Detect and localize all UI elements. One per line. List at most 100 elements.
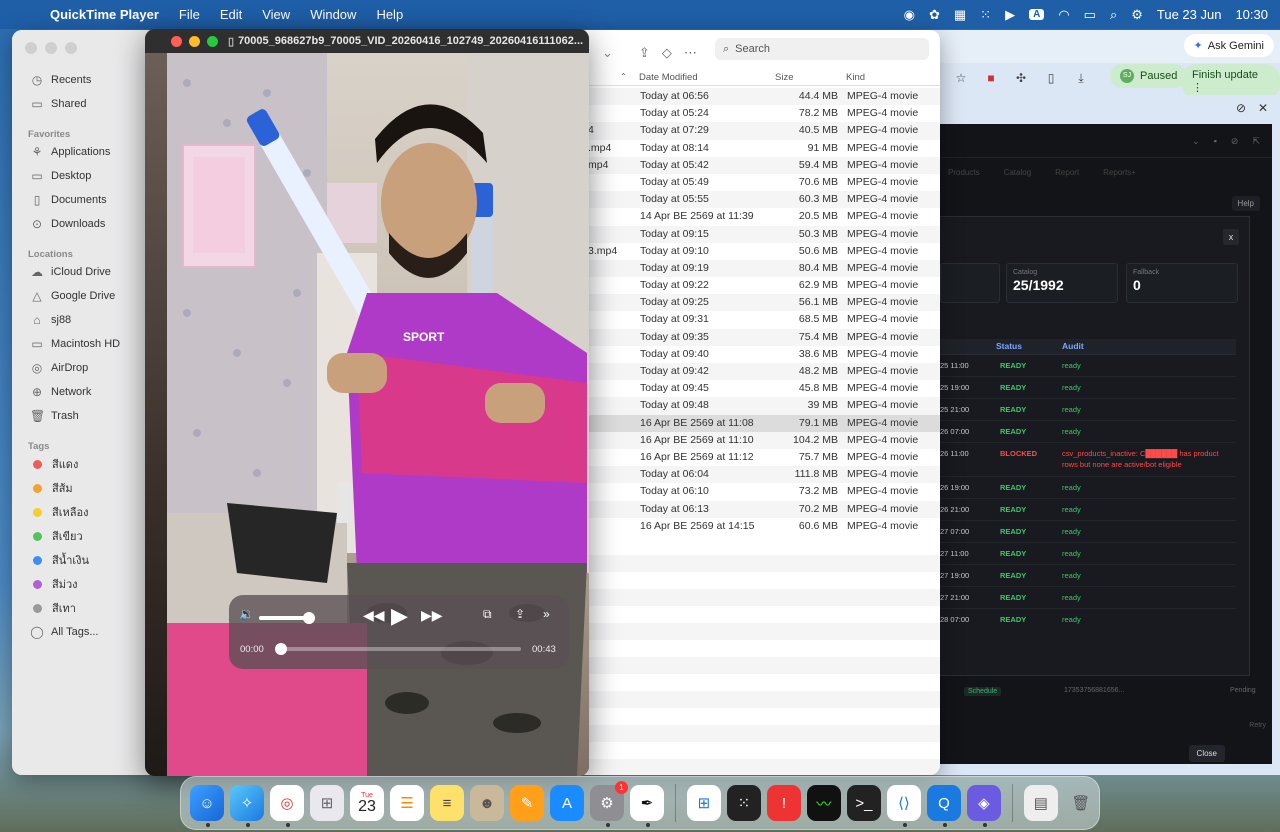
- finder-icon[interactable]: ☺: [190, 785, 224, 827]
- extension-red-icon[interactable]: ■: [976, 71, 1006, 85]
- file-row[interactable]: Today at 09:48 39 MB MPEG-4 movie: [588, 397, 940, 415]
- play-circle-icon[interactable]: ▶: [1005, 7, 1015, 23]
- zoom-window-icon[interactable]: [207, 35, 218, 47]
- menu-edit[interactable]: Edit: [210, 7, 252, 22]
- sidebar-item-shared[interactable]: ▭ Shared: [30, 93, 86, 115]
- windows-app-icon[interactable]: ⊞: [686, 785, 721, 821]
- system-settings-icon[interactable]: ⚙ 1: [590, 781, 628, 827]
- file-row[interactable]: 4 Today at 07:29 40.5 MB MPEG-4 movie: [588, 122, 940, 140]
- sidebar-item-airdrop[interactable]: ◎ AirDrop: [30, 357, 89, 379]
- file-row[interactable]: Today at 06:56 44.4 MB MPEG-4 movie: [588, 88, 940, 106]
- sidebar-tag-item[interactable]: สีเหลือง: [30, 501, 88, 523]
- sidebar-item-downloads[interactable]: ⊙ Downloads: [30, 213, 105, 235]
- sidebar-item-applications[interactable]: ⚘ Applications: [30, 141, 111, 163]
- play-icon[interactable]: ▶: [391, 603, 408, 629]
- nav-products[interactable]: Products: [948, 168, 980, 186]
- safari-icon[interactable]: ✧: [230, 785, 264, 827]
- menu-window[interactable]: Window: [300, 7, 366, 22]
- sidebar-item-recents[interactable]: ◷ Recents: [30, 69, 92, 91]
- spotlight-icon[interactable]: ⌕: [1110, 7, 1117, 23]
- calendar-icon[interactable]: Tue 23: [350, 785, 384, 821]
- windows-grid-icon[interactable]: ▦: [954, 7, 966, 23]
- more-icon[interactable]: ⋯: [684, 45, 697, 61]
- sidebar-item-documents[interactable]: ▯ Documents: [30, 189, 107, 211]
- file-row[interactable]: Today at 09:42 48.2 MB MPEG-4 movie: [588, 363, 940, 381]
- gear-icon[interactable]: ▪: [1214, 136, 1217, 146]
- close-button[interactable]: Close: [1188, 745, 1225, 762]
- dots-app-icon[interactable]: ⁙: [726, 785, 761, 821]
- file-row[interactable]: Today at 05:55 60.3 MB MPEG-4 movie: [588, 191, 940, 209]
- more-chevrons-icon[interactable]: »: [543, 607, 550, 621]
- activity-monitor-icon[interactable]: 〰: [806, 785, 841, 821]
- sidebar-item-network[interactable]: ⊕ Network: [30, 381, 91, 403]
- menu-view[interactable]: View: [252, 7, 300, 22]
- modal-close-icon[interactable]: x: [1223, 229, 1239, 245]
- sidebar-item-sj88[interactable]: ⌂ sj88: [30, 309, 71, 331]
- file-row[interactable]: 16 Apr BE 2569 at 11:12 75.7 MB MPEG-4 mov…: [588, 449, 940, 466]
- sidebar-item-google-drive[interactable]: △ Google Drive: [30, 285, 115, 307]
- volume-knob[interactable]: [303, 612, 316, 624]
- chevron-down-icon[interactable]: ⌄: [602, 45, 613, 61]
- close-panel-icon[interactable]: ✕: [1258, 101, 1268, 115]
- trash-icon[interactable]: 🗑: [1064, 785, 1098, 821]
- app-store-icon[interactable]: A: [550, 785, 584, 821]
- reminders-icon[interactable]: ☰: [390, 785, 424, 821]
- sidepanel-icon[interactable]: ▯: [1036, 71, 1066, 85]
- file-row[interactable]: 14 Apr BE 2569 at 11:39 20.5 MB MPEG-4 mov…: [588, 208, 940, 225]
- file-row[interactable]: Today at 06:13 70.2 MB MPEG-4 movie: [588, 500, 940, 518]
- scrubber[interactable]: [275, 643, 521, 655]
- sidebar-tag-item[interactable]: สีเขียว: [30, 525, 83, 547]
- extension-icon[interactable]: ✿: [929, 7, 940, 23]
- expand-icon[interactable]: ⇱: [1252, 136, 1260, 146]
- file-row[interactable]: .mp4 Today at 08:14 91 MB MPEG-4 movie: [588, 140, 940, 157]
- menubar-date[interactable]: Tue 23 Jun: [1157, 7, 1222, 22]
- pages-icon[interactable]: ✎: [510, 785, 544, 821]
- nav-catalog[interactable]: Catalog: [1004, 168, 1032, 186]
- nav-report[interactable]: Report: [1055, 168, 1079, 186]
- sidebar-item-trash[interactable]: 🗑 Trash: [30, 405, 79, 427]
- col-size[interactable]: Size: [775, 72, 793, 83]
- file-row[interactable]: Today at 09:35 75.4 MB MPEG-4 movie: [588, 328, 940, 346]
- vscode-icon[interactable]: ⟨⟩: [886, 785, 921, 827]
- minimize-window-icon[interactable]: [45, 42, 57, 54]
- volume-slider[interactable]: [259, 612, 316, 624]
- file-row[interactable]: Today at 09:31 68.5 MB MPEG-4 movie: [588, 311, 940, 328]
- file-row[interactable]: mp4 Today at 05:42 59.4 MB MPEG-4 movie: [588, 156, 940, 174]
- unpin-icon[interactable]: ⊘: [1236, 101, 1246, 115]
- file-row[interactable]: Today at 05:49 70.6 MB MPEG-4 movie: [588, 174, 940, 191]
- sidebar-tag-item[interactable]: สีเทา: [30, 597, 76, 619]
- bookmark-star-icon[interactable]: ☆: [946, 71, 976, 85]
- file-row[interactable]: Today at 06:10 73.2 MB MPEG-4 movie: [588, 483, 940, 500]
- notes-icon[interactable]: ≡: [430, 785, 464, 821]
- profile-paused-button[interactable]: SJ Paused: [1110, 64, 1188, 88]
- file-row[interactable]: Today at 09:15 50.3 MB MPEG-4 movie: [588, 225, 940, 243]
- file-row[interactable]: Today at 05:24 78.2 MB MPEG-4 movie: [588, 105, 940, 122]
- share-icon[interactable]: ⇪: [639, 45, 650, 61]
- rewind-icon[interactable]: ◀◀: [363, 607, 385, 624]
- fast-forward-icon[interactable]: ▶▶: [421, 607, 443, 624]
- quicktime-icon[interactable]: Q: [926, 785, 961, 827]
- file-row[interactable]: 16 Apr BE 2569 at 11:08 79.1 MB MPEG-4 mov…: [588, 414, 940, 432]
- download-icon[interactable]: ⤓: [1066, 71, 1096, 86]
- sidebar-tag-item[interactable]: สีน้ำเงิน: [30, 549, 89, 571]
- sidebar-tag-item[interactable]: สีส้ม: [30, 477, 73, 499]
- help-button[interactable]: Help: [1231, 196, 1260, 211]
- file-row[interactable]: 3.mp4 Today at 09:10 50.6 MB MPEG-4 movie: [588, 243, 940, 260]
- record-icon[interactable]: ◉: [904, 7, 915, 23]
- menubar-time[interactable]: 10:30: [1235, 7, 1268, 22]
- sidebar-tag-item[interactable]: สีแดง: [30, 453, 78, 475]
- puzzle-icon[interactable]: ✣: [1006, 71, 1036, 85]
- file-row[interactable]: Today at 09:45 45.8 MB MPEG-4 movie: [588, 380, 940, 397]
- scrubber-knob[interactable]: [275, 643, 287, 655]
- file-row[interactable]: Today at 09:19 80.4 MB MPEG-4 movie: [588, 259, 940, 278]
- app-menu[interactable]: QuickTime Player: [40, 7, 169, 22]
- sidebar-item-all-tags[interactable]: ◯ All Tags...: [30, 621, 98, 643]
- nav-reports-plus[interactable]: Reports+: [1103, 168, 1136, 186]
- volume-icon[interactable]: 🔉: [239, 607, 254, 621]
- sidebar-item-icloud[interactable]: ☁ iCloud Drive: [30, 261, 111, 283]
- col-kind[interactable]: Kind: [846, 72, 865, 83]
- mute-icon[interactable]: ⊘: [1231, 136, 1239, 146]
- chrome-icon[interactable]: ◎: [270, 785, 304, 827]
- picture-in-picture-icon[interactable]: ⧉: [483, 607, 492, 622]
- file-row[interactable]: 16 Apr BE 2569 at 14:15 60.6 MB MPEG-4 mov…: [588, 518, 940, 535]
